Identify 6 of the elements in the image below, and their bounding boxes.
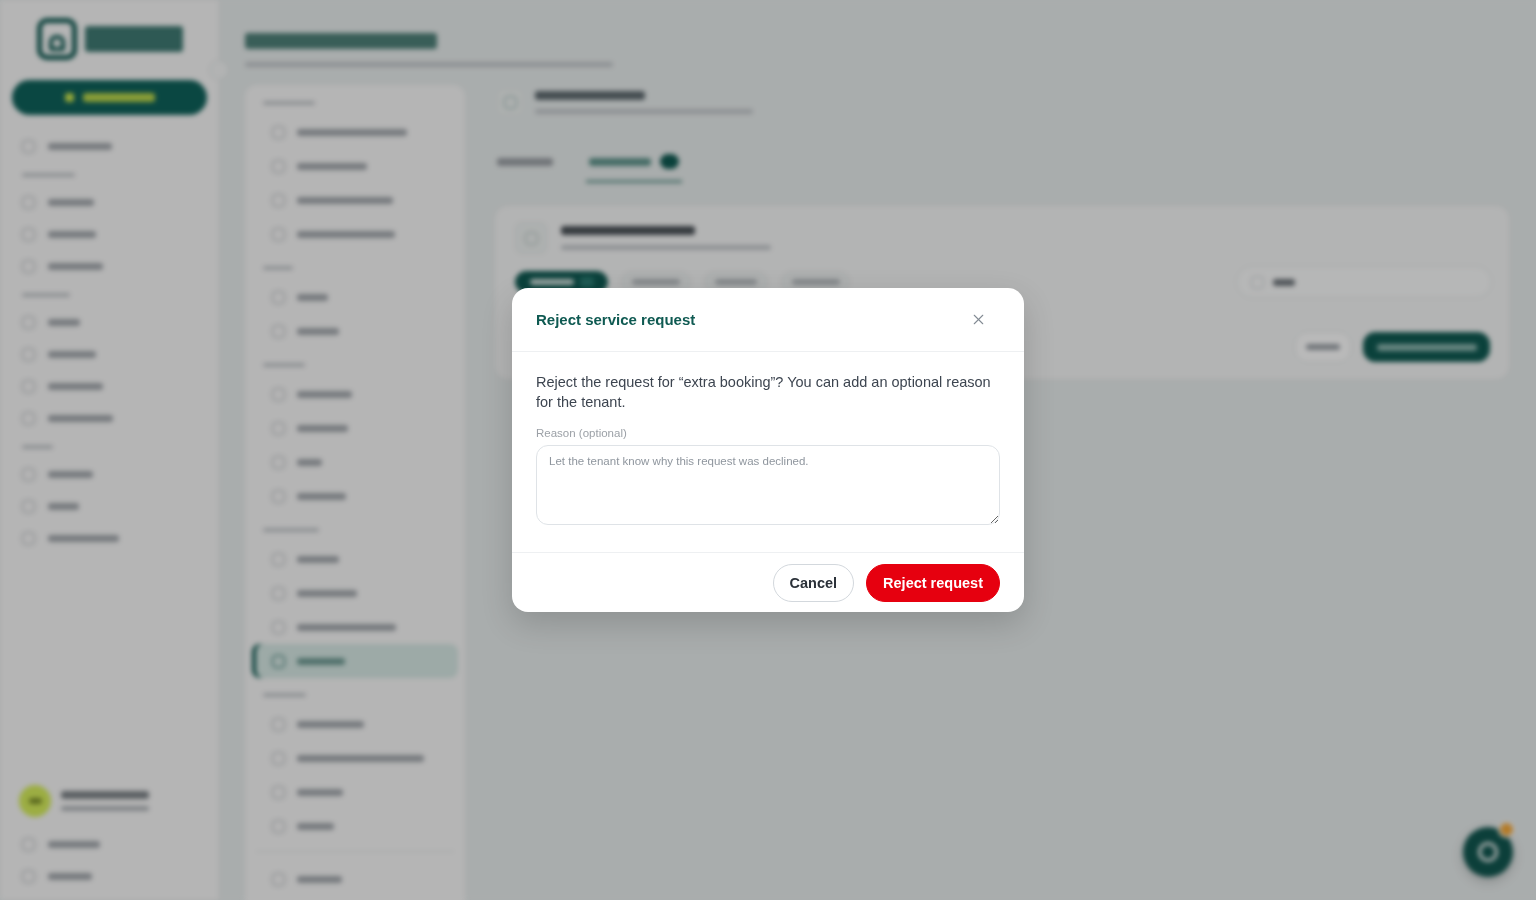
reason-field[interactable]: Let the tenant know why this request was declined. <box>536 445 1000 525</box>
dialog-message: Reject the request for “extra booking”? You can add an optional reason for the tenant. <box>536 373 992 412</box>
dialog-title: Reject service request <box>536 311 696 328</box>
field-label: Reason (optional) <box>536 426 627 441</box>
cancel-button[interactable]: Cancel <box>772 564 855 602</box>
reject-request-button[interactable]: Reject request <box>866 564 1000 602</box>
